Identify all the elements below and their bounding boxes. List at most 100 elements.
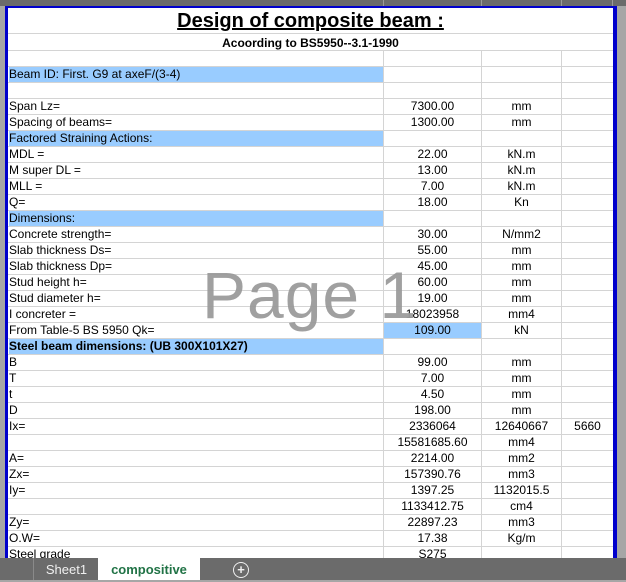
cell-col-d[interactable]: [561, 67, 613, 82]
cell-col-b[interactable]: S275: [383, 547, 481, 558]
cell-col-d[interactable]: [561, 147, 613, 162]
cell-col-a[interactable]: Slab thickness Ds=: [9, 243, 383, 258]
cell-col-b[interactable]: 60.00: [383, 275, 481, 290]
cell-col-c[interactable]: mm: [481, 371, 561, 386]
cell-col-b[interactable]: 2214.00: [383, 451, 481, 466]
cell-col-c[interactable]: [481, 211, 561, 226]
cell-col-b[interactable]: 7.00: [383, 371, 481, 386]
cell-col-a[interactable]: Zy=: [9, 515, 383, 530]
cell-col-d[interactable]: [561, 467, 613, 482]
cell-col-a[interactable]: Dimensions:: [9, 211, 383, 226]
cell-col-b[interactable]: [383, 339, 481, 354]
cell-col-a[interactable]: [9, 499, 383, 514]
cell-col-c[interactable]: mm4: [481, 307, 561, 322]
cell-col-d[interactable]: [561, 355, 613, 370]
cell-col-d[interactable]: [561, 83, 613, 98]
cell-col-b[interactable]: 19.00: [383, 291, 481, 306]
cell-col-b[interactable]: 55.00: [383, 243, 481, 258]
cell-col-b[interactable]: 99.00: [383, 355, 481, 370]
cell-col-c[interactable]: mm: [481, 291, 561, 306]
cell-col-c[interactable]: mm4: [481, 435, 561, 450]
cell-col-c[interactable]: mm2: [481, 451, 561, 466]
cell-col-a[interactable]: MDL =: [9, 147, 383, 162]
cell-col-d[interactable]: [561, 291, 613, 306]
cell-col-c[interactable]: kN: [481, 323, 561, 338]
cell-col-a[interactable]: D: [9, 403, 383, 418]
cell-col-c[interactable]: [481, 83, 561, 98]
cell-col-b[interactable]: 45.00: [383, 259, 481, 274]
tab-sheet1[interactable]: Sheet1: [33, 558, 99, 580]
cell-col-a[interactable]: Steel grade: [9, 547, 383, 558]
cell-col-b[interactable]: 13.00: [383, 163, 481, 178]
cell-col-c[interactable]: mm: [481, 115, 561, 130]
cell-col-a[interactable]: Span Lz=: [9, 99, 383, 114]
cell-col-a[interactable]: [9, 435, 383, 450]
cell-col-b[interactable]: 4.50: [383, 387, 481, 402]
cell-col-a[interactable]: I concreter =: [9, 307, 383, 322]
cell-col-d[interactable]: [561, 483, 613, 498]
cell-col-d[interactable]: [561, 163, 613, 178]
cell-col-c[interactable]: Kn: [481, 195, 561, 210]
cell-col-c[interactable]: kN.m: [481, 163, 561, 178]
cell-col-d[interactable]: [561, 403, 613, 418]
cell-col-c[interactable]: mm3: [481, 467, 561, 482]
cell-col-d[interactable]: [561, 131, 613, 146]
cell-col-a[interactable]: t: [9, 387, 383, 402]
cell-col-b[interactable]: 2336064: [383, 419, 481, 434]
cell-col-d[interactable]: [561, 99, 613, 114]
cell-col-a[interactable]: Spacing of beams=: [9, 115, 383, 130]
cell-col-b[interactable]: 22.00: [383, 147, 481, 162]
cell-col-d[interactable]: [561, 531, 613, 546]
cell-col-c[interactable]: mm: [481, 355, 561, 370]
cell-col-b[interactable]: 1397.25: [383, 483, 481, 498]
cell-col-c[interactable]: N/mm2: [481, 227, 561, 242]
cell-col-a[interactable]: Factored Straining Actions:: [9, 131, 383, 146]
cell-col-a[interactable]: T: [9, 371, 383, 386]
cell-col-c[interactable]: [481, 51, 561, 66]
cell-col-a[interactable]: Steel beam dimensions: (UB 300X101X27): [9, 339, 383, 354]
cell-col-c[interactable]: [481, 67, 561, 82]
tab-compositive[interactable]: compositive: [98, 558, 200, 580]
cell-col-a[interactable]: Q=: [9, 195, 383, 210]
cell-col-a[interactable]: O.W=: [9, 531, 383, 546]
cell-col-b[interactable]: [383, 211, 481, 226]
cell-col-c[interactable]: [481, 547, 561, 558]
cell-col-a[interactable]: M super DL =: [9, 163, 383, 178]
cell-col-d[interactable]: [561, 387, 613, 402]
cell-col-d[interactable]: [561, 51, 613, 66]
cell-col-b[interactable]: 18023958: [383, 307, 481, 322]
cell-col-d[interactable]: [561, 339, 613, 354]
cell-col-d[interactable]: [561, 307, 613, 322]
cell-col-c[interactable]: cm4: [481, 499, 561, 514]
cell-col-b[interactable]: 30.00: [383, 227, 481, 242]
cell-col-a[interactable]: Slab thickness Dp=: [9, 259, 383, 274]
subtitle-cell[interactable]: Acoording to BS5950--3.1-1990: [8, 34, 613, 51]
cell-col-d[interactable]: [561, 179, 613, 194]
cell-col-c[interactable]: 12640667: [481, 419, 561, 434]
cell-col-c[interactable]: [481, 339, 561, 354]
cell-col-a[interactable]: [9, 83, 383, 98]
cell-col-a[interactable]: MLL =: [9, 179, 383, 194]
cell-col-b[interactable]: [383, 131, 481, 146]
cell-col-c[interactable]: mm: [481, 387, 561, 402]
cell-col-d[interactable]: [561, 547, 613, 558]
cell-col-c[interactable]: [481, 131, 561, 146]
cell-col-a[interactable]: Ix=: [9, 419, 383, 434]
cell-col-c[interactable]: mm: [481, 275, 561, 290]
cell-col-c[interactable]: mm: [481, 403, 561, 418]
plus-circle-icon[interactable]: +: [233, 562, 249, 578]
cell-col-d[interactable]: [561, 451, 613, 466]
cell-col-d[interactable]: [561, 243, 613, 258]
cell-col-b[interactable]: 22897.23: [383, 515, 481, 530]
cell-col-d[interactable]: [561, 323, 613, 338]
cell-col-a[interactable]: Concrete strength=: [9, 227, 383, 242]
cell-col-c[interactable]: Kg/m: [481, 531, 561, 546]
cell-col-b[interactable]: 15581685.60: [383, 435, 481, 450]
cell-col-d[interactable]: [561, 435, 613, 450]
cell-col-a[interactable]: Iy=: [9, 483, 383, 498]
cell-col-b[interactable]: 7.00: [383, 179, 481, 194]
cell-col-b[interactable]: 7300.00: [383, 99, 481, 114]
cell-col-b[interactable]: [383, 67, 481, 82]
cell-col-b[interactable]: 1133412.75: [383, 499, 481, 514]
cell-col-d[interactable]: 5660: [561, 419, 613, 434]
